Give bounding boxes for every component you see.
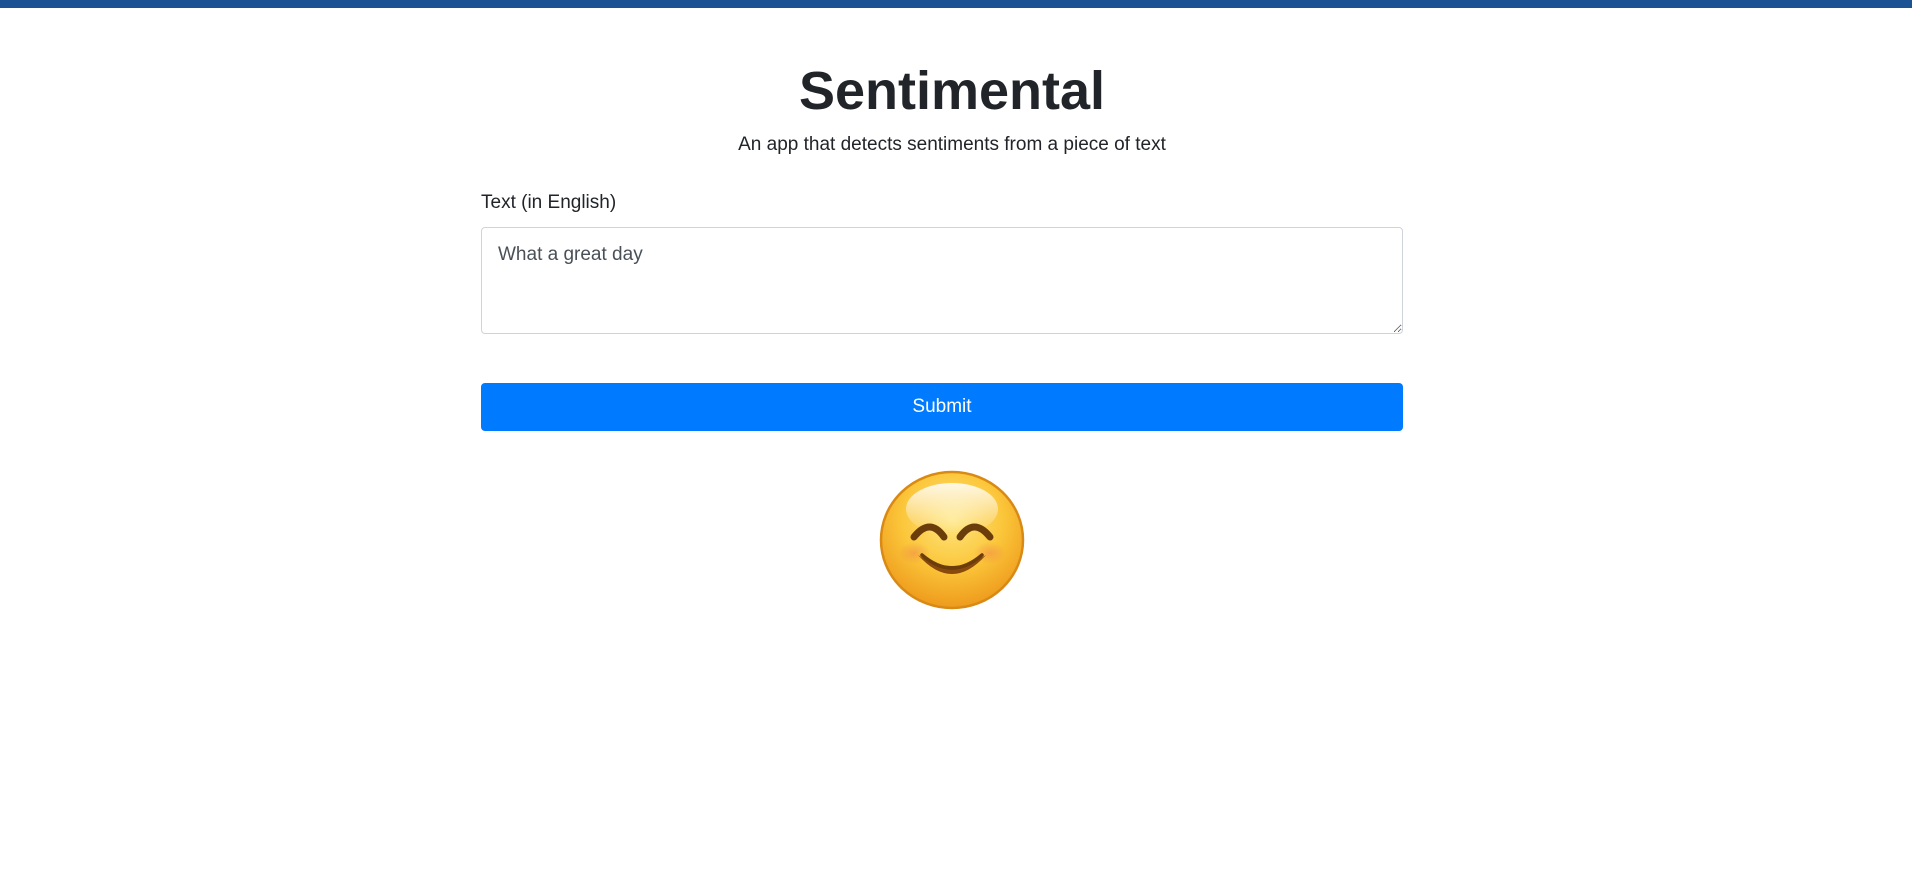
text-input[interactable]: What a great day bbox=[481, 227, 1403, 334]
top-accent-bar bbox=[0, 0, 1912, 8]
page-subtitle: An app that detects sentiments from a pi… bbox=[738, 134, 1166, 155]
page-title: Sentimental bbox=[798, 61, 1106, 121]
sentiment-result bbox=[878, 469, 1026, 611]
submit-button[interactable]: Submit bbox=[481, 383, 1403, 431]
smiling-face-icon bbox=[879, 470, 1025, 610]
text-field-label: Text (in English) bbox=[481, 192, 617, 213]
